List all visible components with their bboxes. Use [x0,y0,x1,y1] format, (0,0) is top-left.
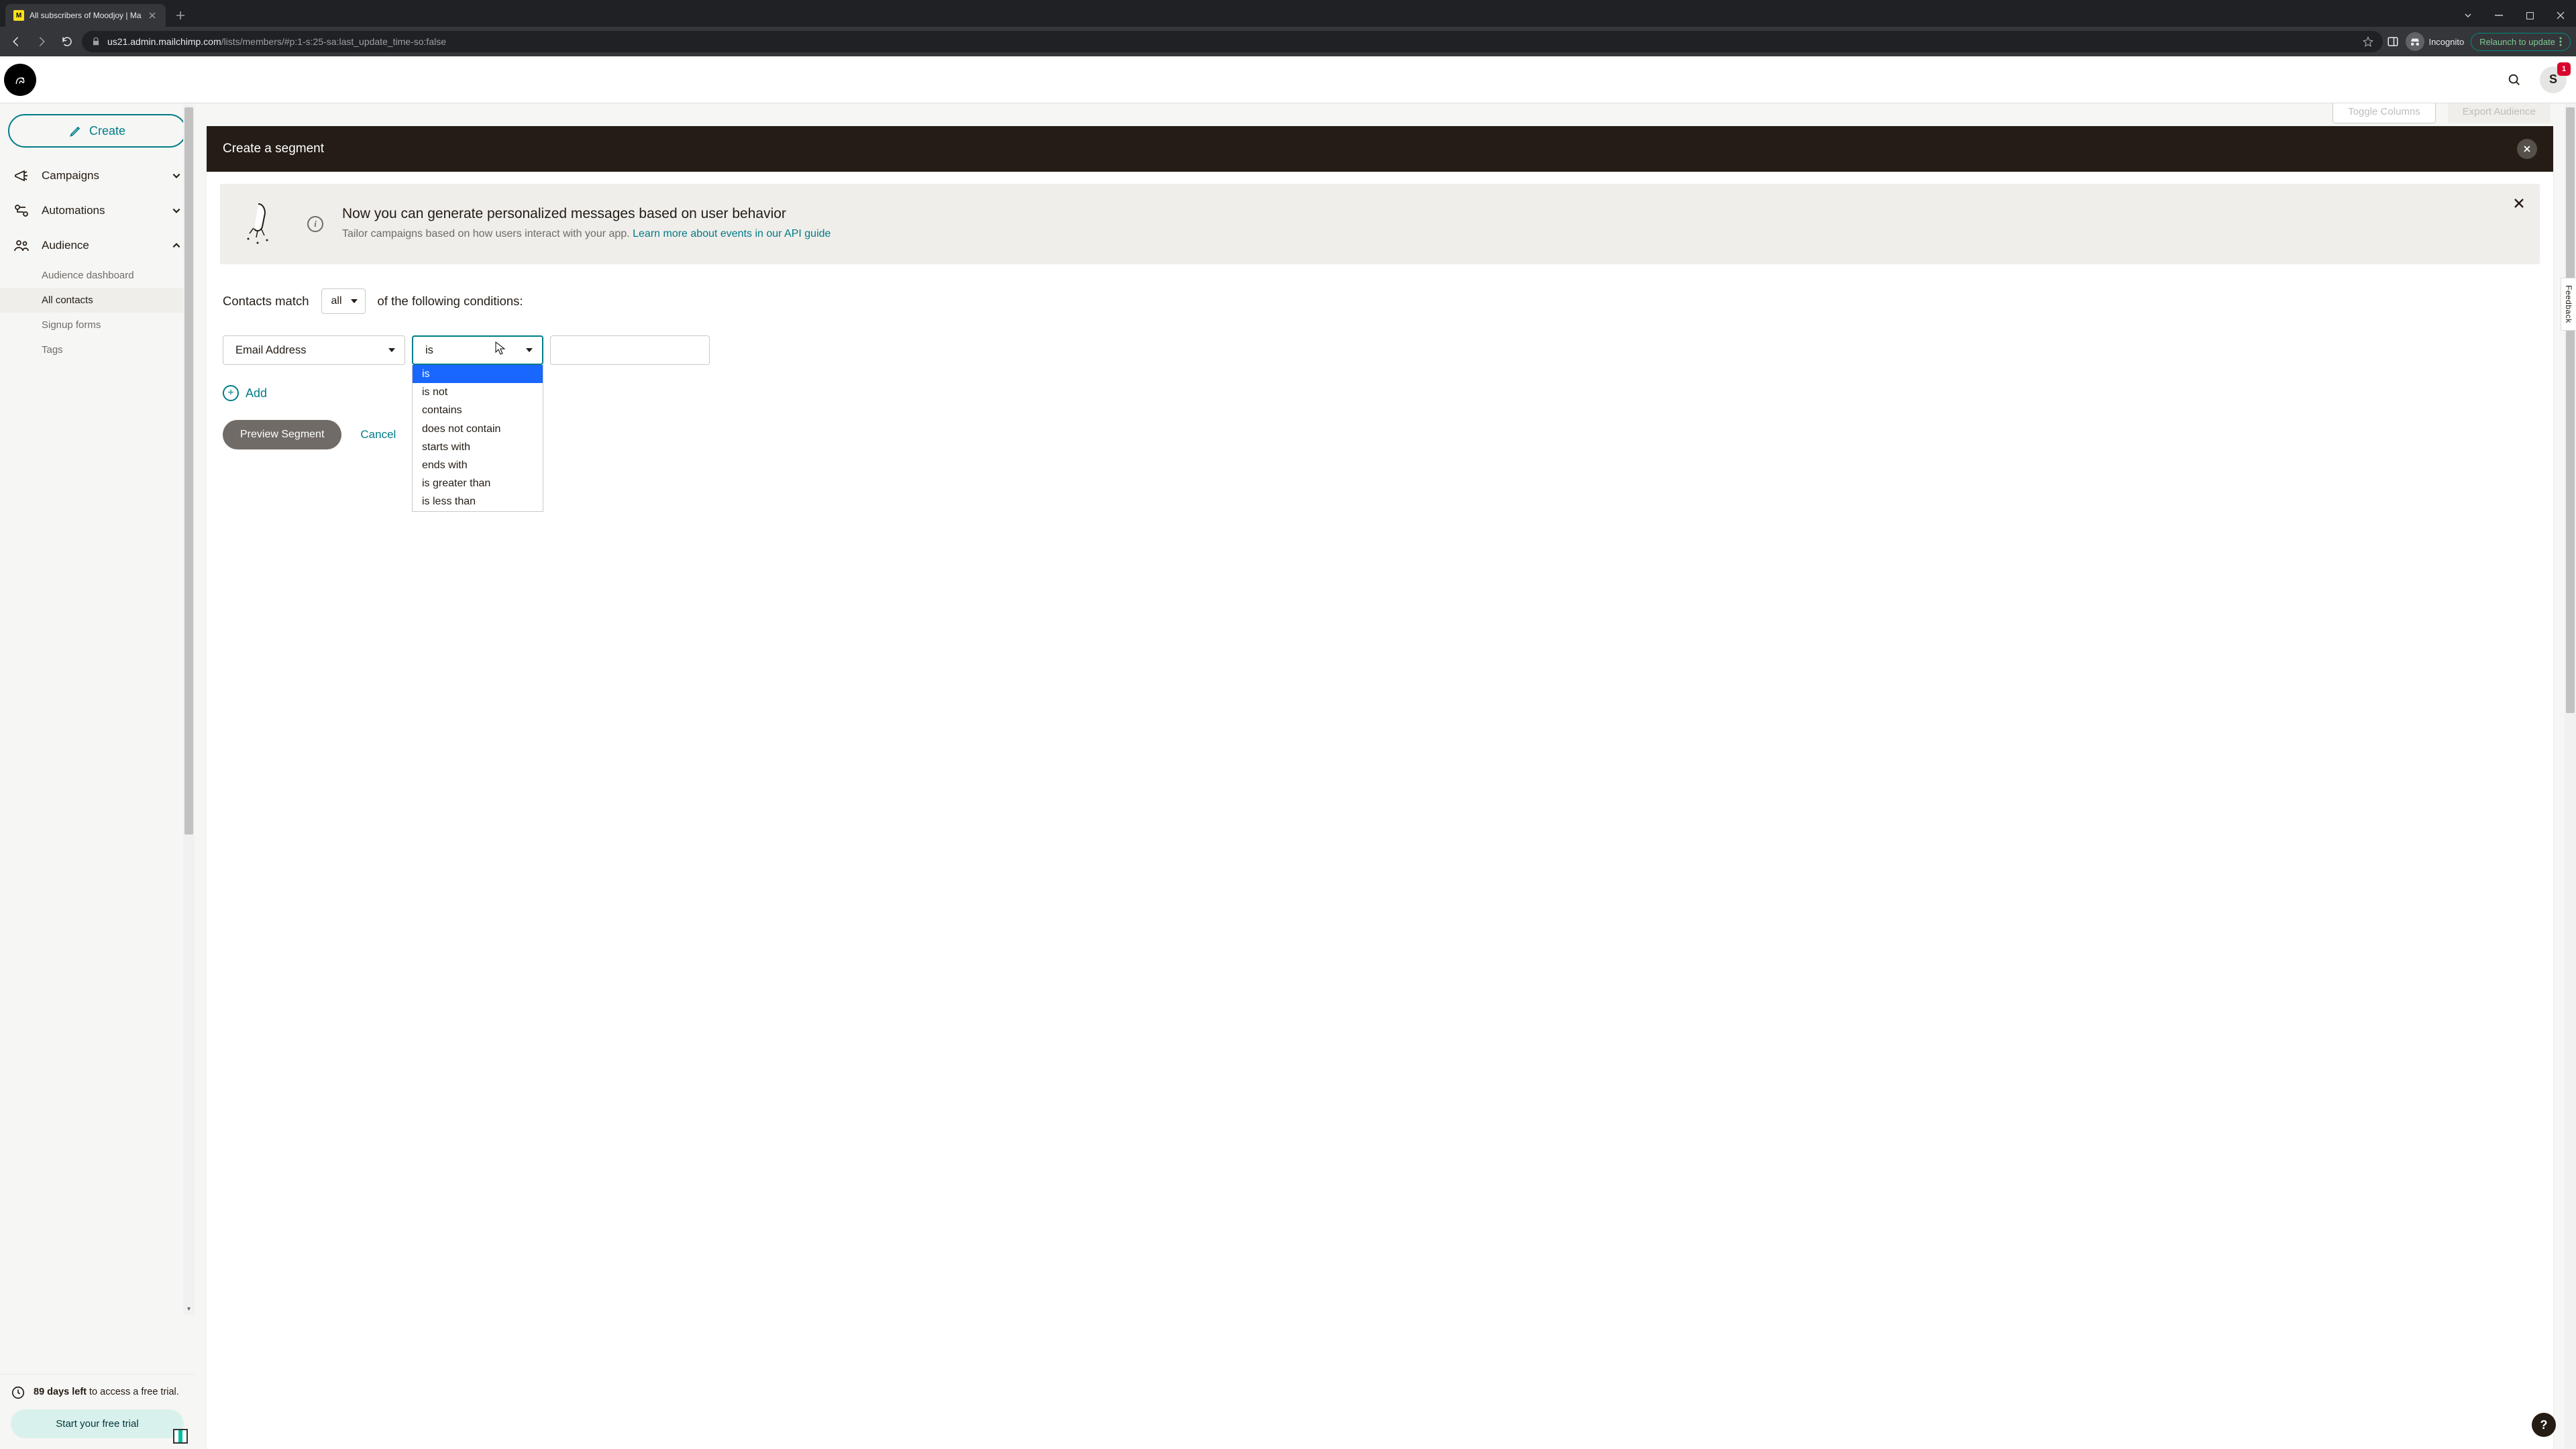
match-post-label: of the following conditions: [378,294,523,309]
back-button[interactable] [5,31,27,52]
window-close-icon[interactable] [2545,4,2576,27]
info-icon: i [307,216,323,232]
operator-dropdown: is is not contains does not contain star… [412,365,543,512]
audience-icon [12,237,31,254]
mailchimp-logo[interactable] [4,64,36,96]
close-panel-button[interactable] [2517,139,2537,159]
automation-icon [12,203,31,219]
lock-icon [91,37,101,46]
plus-icon: + [223,385,239,401]
info-notice: i Now you can generate personalized mess… [220,184,2540,264]
accessibility-chip-icon[interactable] [173,1429,188,1444]
chevron-down-icon [172,206,181,215]
operator-option[interactable]: ends with [413,456,543,474]
chevron-down-icon [526,348,533,352]
chevron-down-icon [172,171,181,180]
add-condition-button[interactable]: + Add [223,385,2537,401]
operator-option[interactable]: is [413,365,543,383]
address-bar[interactable]: us21.admin.mailchimp.com/lists/members/#… [82,31,2383,52]
operator-option[interactable]: is not [413,383,543,401]
browser-toolbar: us21.admin.mailchimp.com/lists/members/#… [0,27,2576,56]
preview-segment-button[interactable]: Preview Segment [223,420,341,449]
field-select[interactable]: Email Address [223,335,405,365]
operator-option[interactable]: does not contain [413,420,543,438]
clock-icon [11,1385,25,1400]
tab-strip: M All subscribers of Moodjoy | Ma [0,0,2576,27]
tab-title: All subscribers of Moodjoy | Ma [30,11,142,20]
trial-box: 89 days left to access a free trial. Sta… [0,1374,195,1449]
match-pre-label: Contacts match [223,294,309,309]
url-text: us21.admin.mailchimp.com/lists/members/#… [107,36,2356,47]
operator-option[interactable]: starts with [413,438,543,456]
trial-message: 89 days left to access a free trial. [34,1385,179,1400]
notice-illustration [235,197,288,251]
operator-select[interactable]: is [412,335,543,365]
subnav-all-contacts[interactable]: All contacts [0,288,195,313]
incognito-icon [2406,32,2424,51]
sidebar: Create Campaigns Automations [0,103,195,1449]
minimize-icon[interactable] [2483,4,2514,27]
chevron-down-icon [388,348,395,352]
scroll-down-icon[interactable]: ▾ [183,1303,195,1315]
incognito-indicator[interactable]: Incognito [2406,32,2464,51]
megaphone-icon [12,168,31,184]
audience-submenu: Audience dashboard All contacts Signup f… [0,263,195,362]
start-trial-button[interactable]: Start your free trial [11,1409,184,1438]
app-header: S 1 [0,56,2576,103]
notice-body: Tailor campaigns based on how users inte… [342,226,2494,242]
chevron-down-icon[interactable] [2453,4,2483,27]
operator-option[interactable]: is less than [413,492,543,511]
condition-row: Email Address is is [223,335,2537,365]
close-tab-icon[interactable] [147,10,158,21]
feedback-tab[interactable]: Feedback [2561,278,2576,331]
panel-header: Create a segment [207,126,2553,172]
subnav-audience-dashboard[interactable]: Audience dashboard [42,263,195,288]
cancel-button[interactable]: Cancel [360,428,396,441]
nav-campaigns[interactable]: Campaigns [0,158,195,193]
maximize-icon[interactable] [2514,4,2545,27]
match-scope-select[interactable]: all [321,288,366,314]
chevron-up-icon [172,241,181,250]
operator-option[interactable]: contains [413,401,543,419]
scrollbar-thumb[interactable] [184,107,193,835]
help-button[interactable]: ? [2532,1413,2556,1437]
account-avatar[interactable]: S 1 [2540,66,2567,93]
value-input[interactable] [550,335,710,365]
mailchimp-favicon: M [13,10,24,21]
nav-audience[interactable]: Audience [0,228,195,263]
subnav-tags[interactable]: Tags [42,337,195,362]
browser-tab[interactable]: M All subscribers of Moodjoy | Ma [5,4,166,27]
sidebar-scrollbar[interactable]: ▾ [183,103,195,1315]
panel-icon[interactable] [2387,36,2399,48]
relaunch-button[interactable]: Relaunch to update [2471,33,2571,51]
forward-button[interactable] [31,31,52,52]
segment-builder: Contacts match all of the following cond… [207,276,2553,462]
window-controls [2453,4,2576,27]
scrollbar-thumb[interactable] [2566,107,2575,713]
new-tab-button[interactable] [171,6,190,25]
subnav-signup-forms[interactable]: Signup forms [42,313,195,337]
nav-automations[interactable]: Automations [0,193,195,228]
main-content: Toggle Columns Export Audience Create a … [195,103,2576,1449]
page-viewport: S 1 Create Campaigns [0,56,2576,1449]
star-icon[interactable] [2363,36,2373,47]
reload-button[interactable] [56,31,78,52]
create-button[interactable]: Create [8,114,186,148]
operator-option[interactable]: is greater than [413,474,543,492]
notice-heading: Now you can generate personalized messag… [342,206,2494,222]
notification-badge: 1 [2557,62,2571,76]
dismiss-notice-button[interactable] [2513,197,2525,209]
segment-panel: Create a segment i Now you can generate … [207,126,2553,1449]
search-button[interactable] [2501,66,2528,93]
panel-title: Create a segment [223,142,324,156]
notice-link[interactable]: Learn more about events in our API guide [633,228,830,239]
